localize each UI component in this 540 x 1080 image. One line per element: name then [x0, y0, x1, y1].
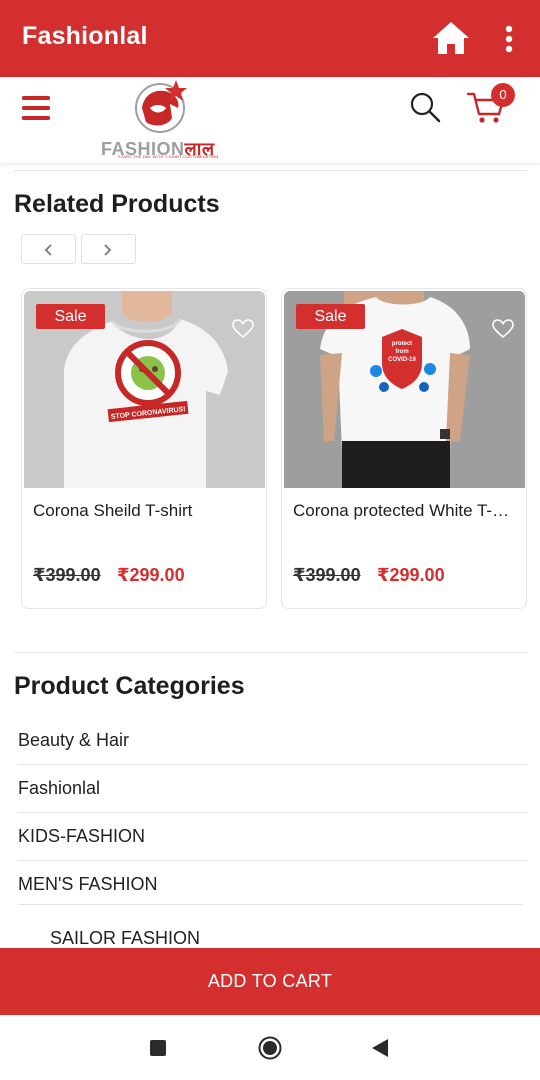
- app-bar: Fashionlal: [0, 0, 540, 77]
- logo-tagline: START THE DAY WITH T-SHIRT CUSTOMIZATION: [118, 154, 219, 159]
- original-price: ₹399.00: [33, 565, 101, 585]
- sale-badge: Sale: [36, 304, 105, 329]
- divider: [14, 170, 527, 171]
- chevron-right-icon: [104, 244, 112, 256]
- product-card[interactable]: STOP CORONAVIRUS! Sale Corona Sheild T-s…: [21, 288, 267, 609]
- heart-icon[interactable]: [492, 319, 514, 339]
- sale-price: ₹299.00: [117, 565, 185, 585]
- product-card[interactable]: protect from COVID-19 Sale Corona protec…: [281, 288, 527, 609]
- product-name[interactable]: Corona Sheild T-shirt: [33, 501, 257, 521]
- divider: [18, 860, 527, 861]
- search-icon[interactable]: [408, 90, 442, 124]
- carousel-next-button[interactable]: [81, 234, 136, 264]
- sale-badge: Sale: [296, 304, 365, 329]
- category-item[interactable]: Beauty & Hair: [18, 730, 527, 751]
- category-item[interactable]: Fashionlal: [18, 778, 527, 799]
- divider: [18, 764, 527, 765]
- cart-count-badge: 0: [491, 83, 515, 107]
- svg-text:COVID-19: COVID-19: [388, 357, 416, 363]
- svg-text:from: from: [395, 349, 408, 355]
- triangle-back-icon[interactable]: [371, 1038, 389, 1058]
- system-nav-bar: [0, 1015, 540, 1080]
- product-name[interactable]: Corona protected White T-shirt: [293, 501, 517, 521]
- square-icon[interactable]: [150, 1040, 166, 1056]
- category-item[interactable]: MEN'S FASHION: [18, 874, 527, 895]
- divider: [18, 904, 523, 905]
- subcategory-item[interactable]: SAILOR FASHION: [50, 928, 520, 949]
- app-title: Fashionlal: [22, 22, 148, 50]
- store-header: [0, 77, 540, 163]
- related-products-title: Related Products: [14, 190, 220, 218]
- divider: [18, 812, 527, 813]
- divider: [14, 652, 527, 653]
- product-categories-title: Product Categories: [14, 672, 245, 700]
- original-price: ₹399.00: [293, 565, 361, 585]
- more-vert-icon[interactable]: [498, 22, 520, 56]
- heart-icon[interactable]: [232, 319, 254, 339]
- carousel-prev-button[interactable]: [21, 234, 76, 264]
- svg-text:protect: protect: [392, 341, 412, 347]
- home-icon[interactable]: [432, 20, 470, 56]
- category-item[interactable]: KIDS-FASHION: [18, 826, 527, 847]
- sale-price: ₹299.00: [377, 565, 445, 585]
- add-to-cart-button[interactable]: ADD TO CART: [0, 948, 540, 1015]
- menu-icon[interactable]: [22, 95, 52, 121]
- circle-icon[interactable]: [258, 1036, 282, 1060]
- chevron-left-icon: [44, 244, 52, 256]
